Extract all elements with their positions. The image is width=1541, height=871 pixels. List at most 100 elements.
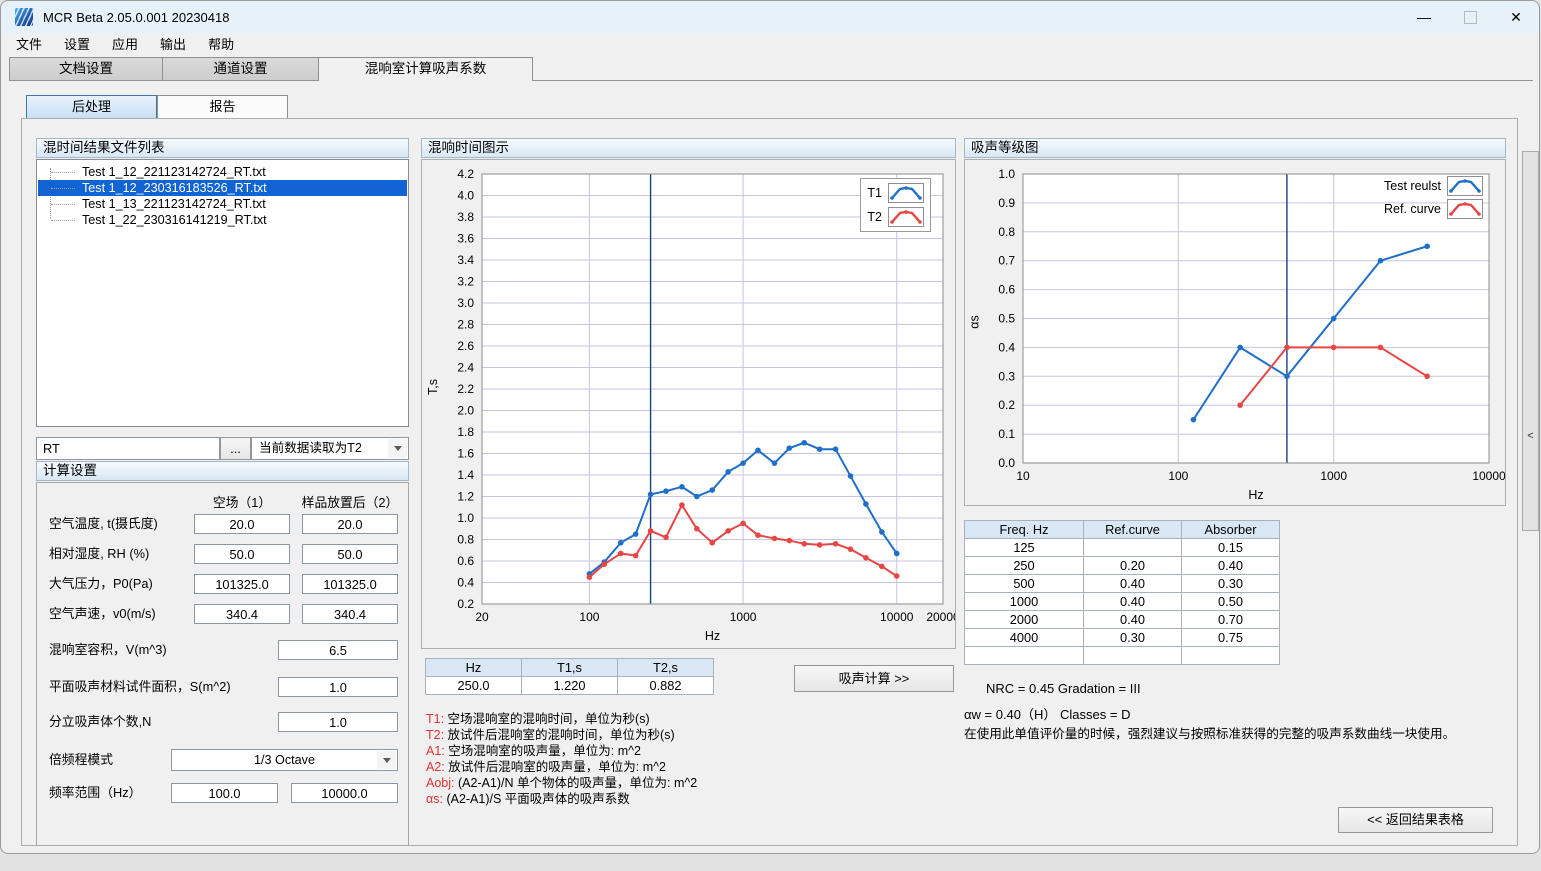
menu-settings[interactable]: 设置 <box>53 33 101 57</box>
absorption-calc-button[interactable]: 吸声计算 >> <box>794 665 954 692</box>
pressure-field1[interactable] <box>194 574 290 594</box>
tab-reverb-room-absorption[interactable]: 混响室计算吸声系数 <box>318 57 533 81</box>
rt-table-cell-freq: 250.0 <box>426 677 522 695</box>
note-label: T2: <box>426 728 444 742</box>
rt-name-input[interactable]: RT <box>36 437 220 460</box>
rt-table-header: Hz <box>426 659 522 677</box>
list-item[interactable]: Test 1_22_230316141219_RT.txt <box>38 212 407 228</box>
svg-text:0.1: 0.1 <box>998 427 1015 441</box>
calc-settings-header: 计算设置 <box>36 461 409 481</box>
pressure-field2[interactable] <box>302 574 398 594</box>
close-button[interactable]: ✕ <box>1493 1 1539 33</box>
humidity-field2[interactable] <box>302 544 398 564</box>
svg-text:1.8: 1.8 <box>457 425 474 439</box>
svg-text:0.6: 0.6 <box>998 283 1015 297</box>
note-text: 放试件后混响室的混响时间，单位为秒(s) <box>448 728 675 742</box>
rt-table-cell-t1: 1.220 <box>522 677 618 695</box>
tab-document-settings[interactable]: 文档设置 <box>9 57 163 80</box>
svg-text:Hz: Hz <box>1248 488 1263 502</box>
air-temp-field1[interactable] <box>194 514 290 534</box>
svg-text:2.4: 2.4 <box>457 361 474 375</box>
list-item[interactable]: Test 1_13_221123142724_RT.txt <box>38 196 407 212</box>
svg-text:0.7: 0.7 <box>998 254 1015 268</box>
humidity-field1[interactable] <box>194 544 290 564</box>
collapse-splitter[interactable]: < <box>1522 151 1539 531</box>
freq-max-field[interactable] <box>291 783 398 803</box>
table-row: 5000.400.30 <box>965 575 1280 593</box>
svg-text:2.8: 2.8 <box>457 318 474 332</box>
svg-text:0.5: 0.5 <box>998 312 1015 326</box>
list-item[interactable]: Test 1_12_221123142724_RT.txt <box>38 164 407 180</box>
room-volume-field[interactable] <box>278 640 398 660</box>
menu-bar: 文件 设置 应用 输出 帮助 <box>1 33 1539 57</box>
svg-text:1.2: 1.2 <box>457 490 474 504</box>
desktop-strip <box>0 855 1541 871</box>
air-temp-field2[interactable] <box>302 514 398 534</box>
svg-text:0.3: 0.3 <box>998 369 1015 383</box>
svg-text:3.2: 3.2 <box>457 275 474 289</box>
absorption-table: Freq. Hz Ref.curve Absorber 1250.15 2500… <box>964 520 1280 665</box>
tab-channel-settings[interactable]: 通道设置 <box>162 57 319 80</box>
app-window: MCR Beta 2.05.0.001 20230418 — ✕ 文件 设置 应… <box>0 0 1540 854</box>
t1-curve-icon <box>888 183 924 203</box>
svg-text:1.6: 1.6 <box>457 447 474 461</box>
screen: MCR Beta 2.05.0.001 20230418 — ✕ 文件 设置 应… <box>0 0 1541 871</box>
main-tab-strip: 文档设置 通道设置 混响室计算吸声系数 <box>9 57 1533 81</box>
field-label-air-temp: 空气温度, t(摄氏度) <box>49 514 158 534</box>
field-label-freq-range: 频率范围（Hz） <box>49 783 141 803</box>
svg-text:10: 10 <box>1016 469 1030 483</box>
abs-table-header: Absorber <box>1182 521 1280 539</box>
absorption-chart-header: 吸声等级图 <box>964 138 1506 158</box>
svg-text:0.8: 0.8 <box>998 225 1015 239</box>
svg-text:1000: 1000 <box>1320 469 1347 483</box>
subtab-report[interactable]: 报告 <box>157 95 288 119</box>
chevron-down-icon[interactable] <box>377 751 396 769</box>
octave-mode-value: 1/3 Octave <box>172 750 397 771</box>
field-label-octave-mode: 倍频程模式 <box>49 750 113 770</box>
legend-test-result-label: Test reulst <box>1384 179 1441 193</box>
svg-text:2.6: 2.6 <box>457 339 474 353</box>
sound-speed-field1[interactable] <box>194 604 290 624</box>
absorption-grade-chart[interactable]: αs Test reulst Ref. curve 0.00.10.20.30.… <box>964 159 1506 506</box>
field-label-sound-speed: 空气声速，v0(m/s) <box>49 604 156 624</box>
abs-table-header: Freq. Hz <box>965 521 1084 539</box>
menu-help[interactable]: 帮助 <box>197 33 245 57</box>
sample-area-field[interactable] <box>278 677 398 697</box>
list-item-selected[interactable]: Test 1_12_230316183526_RT.txt <box>38 180 407 196</box>
menu-file[interactable]: 文件 <box>5 33 53 57</box>
svg-text:10000: 10000 <box>1472 469 1505 483</box>
app-logo-icon <box>15 8 33 26</box>
freq-min-field[interactable] <box>171 783 278 803</box>
chevron-down-icon[interactable] <box>388 439 407 458</box>
menu-application[interactable]: 应用 <box>101 33 149 57</box>
data-read-combo[interactable]: 当前数据读取为T2 <box>251 437 409 460</box>
browse-button[interactable]: ... <box>220 437 251 460</box>
table-row: 2500.200.40 <box>965 557 1280 575</box>
svg-text:100: 100 <box>1168 469 1188 483</box>
svg-text:0.9: 0.9 <box>998 196 1015 210</box>
absorber-count-field[interactable] <box>278 712 398 732</box>
svg-text:3.8: 3.8 <box>457 210 474 224</box>
reverb-time-chart[interactable]: T,s T1 T2 0.20.40.60.81.01.21.41.61.82.0… <box>421 159 956 649</box>
octave-mode-combo[interactable]: 1/3 Octave <box>171 749 398 771</box>
field-label-room-volume: 混响室容积，V(m^3) <box>49 640 167 660</box>
rt-value-table: Hz T1,s T2,s 250.0 1.220 0.882 <box>425 658 714 695</box>
menu-output[interactable]: 输出 <box>149 33 197 57</box>
table-row: 20000.400.70 <box>965 611 1280 629</box>
back-to-results-button[interactable]: << 返回结果表格 <box>1338 807 1493 833</box>
svg-text:1000: 1000 <box>730 610 757 624</box>
note-text: 空场混响室的混响时间，单位为秒(s) <box>448 712 650 726</box>
svg-text:4.2: 4.2 <box>457 167 474 181</box>
svg-text:20: 20 <box>475 610 489 624</box>
subtab-postprocess[interactable]: 后处理 <box>26 95 157 119</box>
sound-speed-field2[interactable] <box>302 604 398 624</box>
title-bar: MCR Beta 2.05.0.001 20230418 — ✕ <box>1 1 1539 33</box>
svg-text:0.4: 0.4 <box>457 576 474 590</box>
note-label: Aobj: <box>426 776 455 790</box>
minimize-button[interactable]: — <box>1401 1 1447 33</box>
legend-notes: T1: 空场混响室的混响时间，单位为秒(s) T2: 放试件后混响室的混响时间，… <box>426 711 697 807</box>
rt-chart-ylabel: T,s <box>426 379 440 395</box>
svg-text:1.0: 1.0 <box>998 167 1015 181</box>
legend-t1-label: T1 <box>867 186 882 200</box>
maximize-button[interactable] <box>1447 1 1493 33</box>
